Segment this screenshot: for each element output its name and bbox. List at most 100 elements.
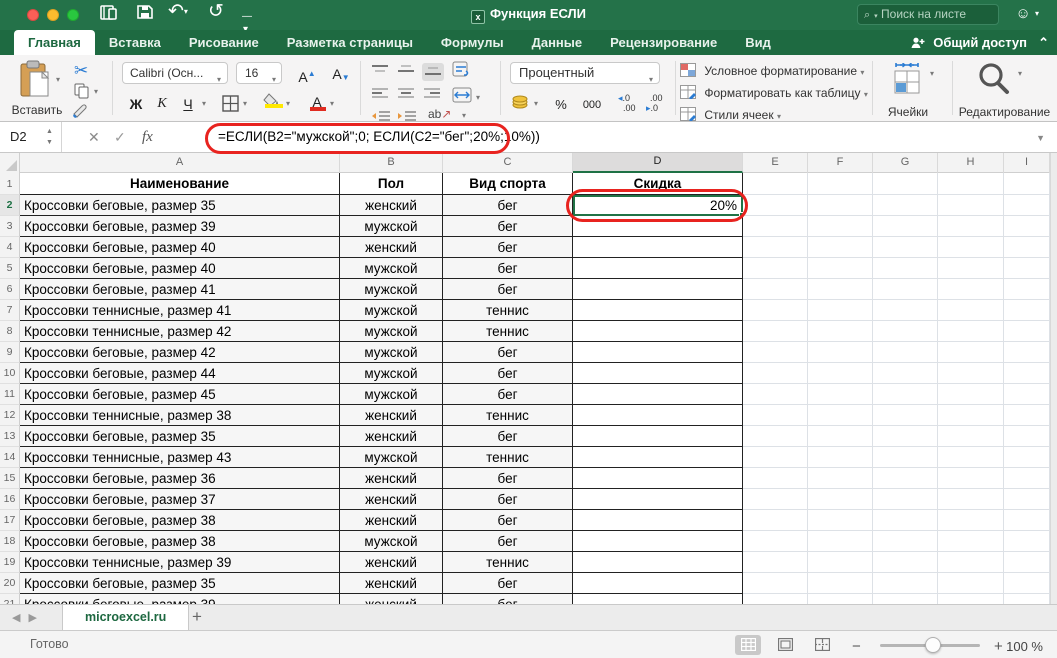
cell-I17[interactable] [1004, 510, 1050, 531]
cell-B18[interactable]: мужской [340, 531, 443, 552]
cell-C1[interactable]: Вид спорта [443, 173, 573, 195]
page-layout-view-button[interactable] [772, 635, 798, 655]
cells-icon[interactable] [890, 63, 924, 98]
cell-F20[interactable] [808, 573, 873, 594]
align-left-icon[interactable] [370, 87, 392, 105]
cell-E20[interactable] [743, 573, 808, 594]
ribbon-tab-7[interactable]: Рецензирование [596, 30, 731, 55]
cell-D1[interactable]: Скидка [573, 173, 743, 195]
formula-input[interactable]: =ЕСЛИ(B2="мужской";0; ЕСЛИ(C2="бег";20%;… [218, 122, 540, 152]
cut-icon[interactable]: ✂ [74, 61, 88, 81]
select-all-corner[interactable] [0, 153, 20, 173]
cell-A16[interactable]: Кроссовки беговые, размер 37 [20, 489, 340, 510]
font-size-select[interactable]: 16▾ [236, 62, 282, 84]
cell-F14[interactable] [808, 447, 873, 468]
normal-view-button[interactable] [735, 635, 761, 655]
cell-G10[interactable] [873, 363, 938, 384]
ribbon-tab-5[interactable]: Формулы [427, 30, 518, 55]
cell-I14[interactable] [1004, 447, 1050, 468]
cell-A19[interactable]: Кроссовки теннисные, размер 39 [20, 552, 340, 573]
cell-A18[interactable]: Кроссовки беговые, размер 38 [20, 531, 340, 552]
cell-D19[interactable] [573, 552, 743, 573]
cell-D14[interactable] [573, 447, 743, 468]
cell-C19[interactable]: теннис [443, 552, 573, 573]
cell-H14[interactable] [938, 447, 1004, 468]
cell-H15[interactable] [938, 468, 1004, 489]
cell-I4[interactable] [1004, 237, 1050, 258]
column-header-H[interactable]: H [938, 153, 1004, 173]
row-header-2[interactable]: 2 [0, 195, 20, 216]
cell-H11[interactable] [938, 384, 1004, 405]
cell-G13[interactable] [873, 426, 938, 447]
cell-E2[interactable] [743, 195, 808, 216]
cell-I9[interactable] [1004, 342, 1050, 363]
cell-C6[interactable]: бег [443, 279, 573, 300]
column-header-B[interactable]: B [340, 153, 443, 173]
cell-G7[interactable] [873, 300, 938, 321]
cell-F5[interactable] [808, 258, 873, 279]
expand-formula-bar-icon[interactable]: ▼ [1036, 133, 1045, 143]
cell-D5[interactable] [573, 258, 743, 279]
editing-dropdown-icon[interactable]: ▾ [1018, 69, 1022, 78]
ribbon-tab-2[interactable]: Вставка [95, 30, 175, 55]
cell-I1[interactable] [1004, 173, 1050, 195]
row-header-6[interactable]: 6 [0, 279, 20, 300]
cell-B9[interactable]: мужской [340, 342, 443, 363]
cell-F12[interactable] [808, 405, 873, 426]
row-header-18[interactable]: 18 [0, 531, 20, 552]
cell-C12[interactable]: теннис [443, 405, 573, 426]
cell-E19[interactable] [743, 552, 808, 573]
cell-B15[interactable]: женский [340, 468, 443, 489]
cell-B7[interactable]: мужской [340, 300, 443, 321]
cell-D7[interactable] [573, 300, 743, 321]
cell-E12[interactable] [743, 405, 808, 426]
cell-A3[interactable]: Кроссовки беговые, размер 39 [20, 216, 340, 237]
cell-A1[interactable]: Наименование [20, 173, 340, 195]
cell-D20[interactable] [573, 573, 743, 594]
fill-color-dropdown-icon[interactable]: ▾ [286, 99, 290, 108]
cell-F6[interactable] [808, 279, 873, 300]
zoom-out-button[interactable]: − [852, 638, 861, 655]
conditional-formatting-button[interactable]: Условное форматирование ▾ [680, 63, 864, 78]
cell-D17[interactable] [573, 510, 743, 531]
copy-dropdown-icon[interactable]: ▾ [94, 87, 98, 96]
borders-icon[interactable] [222, 95, 239, 115]
cell-A17[interactable]: Кроссовки беговые, размер 38 [20, 510, 340, 531]
insert-function-icon[interactable]: fx [142, 122, 153, 152]
cell-D2[interactable]: 20% [573, 195, 743, 216]
cell-B4[interactable]: женский [340, 237, 443, 258]
borders-dropdown-icon[interactable]: ▾ [243, 99, 247, 108]
column-header-E[interactable]: E [743, 153, 808, 173]
cell-D18[interactable] [573, 531, 743, 552]
cell-H9[interactable] [938, 342, 1004, 363]
cell-B16[interactable]: женский [340, 489, 443, 510]
cell-E17[interactable] [743, 510, 808, 531]
cell-D8[interactable] [573, 321, 743, 342]
cell-C13[interactable]: бег [443, 426, 573, 447]
cell-B12[interactable]: женский [340, 405, 443, 426]
cell-G11[interactable] [873, 384, 938, 405]
add-sheet-button[interactable]: + [185, 607, 209, 627]
cell-E13[interactable] [743, 426, 808, 447]
cell-F4[interactable] [808, 237, 873, 258]
align-middle-icon[interactable] [396, 63, 418, 81]
cell-A14[interactable]: Кроссовки теннисные, размер 43 [20, 447, 340, 468]
cell-C3[interactable]: бег [443, 216, 573, 237]
cell-B14[interactable]: мужской [340, 447, 443, 468]
feedback-smiley-icon[interactable]: ☺ ▾ [1016, 5, 1040, 22]
number-format-select[interactable]: Процентный▾ [510, 62, 660, 84]
cell-C9[interactable]: бег [443, 342, 573, 363]
row-header-8[interactable]: 8 [0, 321, 20, 342]
cell-F2[interactable] [808, 195, 873, 216]
decrease-decimal-icon[interactable]: .00▸.0 [646, 93, 663, 113]
confirm-formula-icon[interactable]: ✓ [114, 122, 126, 152]
next-sheet-icon[interactable]: ▶ [28, 612, 44, 624]
cell-H1[interactable] [938, 173, 1004, 195]
cell-H16[interactable] [938, 489, 1004, 510]
row-header-3[interactable]: 3 [0, 216, 20, 237]
paste-dropdown-icon[interactable]: ▾ [56, 75, 60, 84]
cell-A13[interactable]: Кроссовки беговые, размер 35 [20, 426, 340, 447]
cell-G14[interactable] [873, 447, 938, 468]
cell-E4[interactable] [743, 237, 808, 258]
column-header-C[interactable]: C [443, 153, 573, 173]
